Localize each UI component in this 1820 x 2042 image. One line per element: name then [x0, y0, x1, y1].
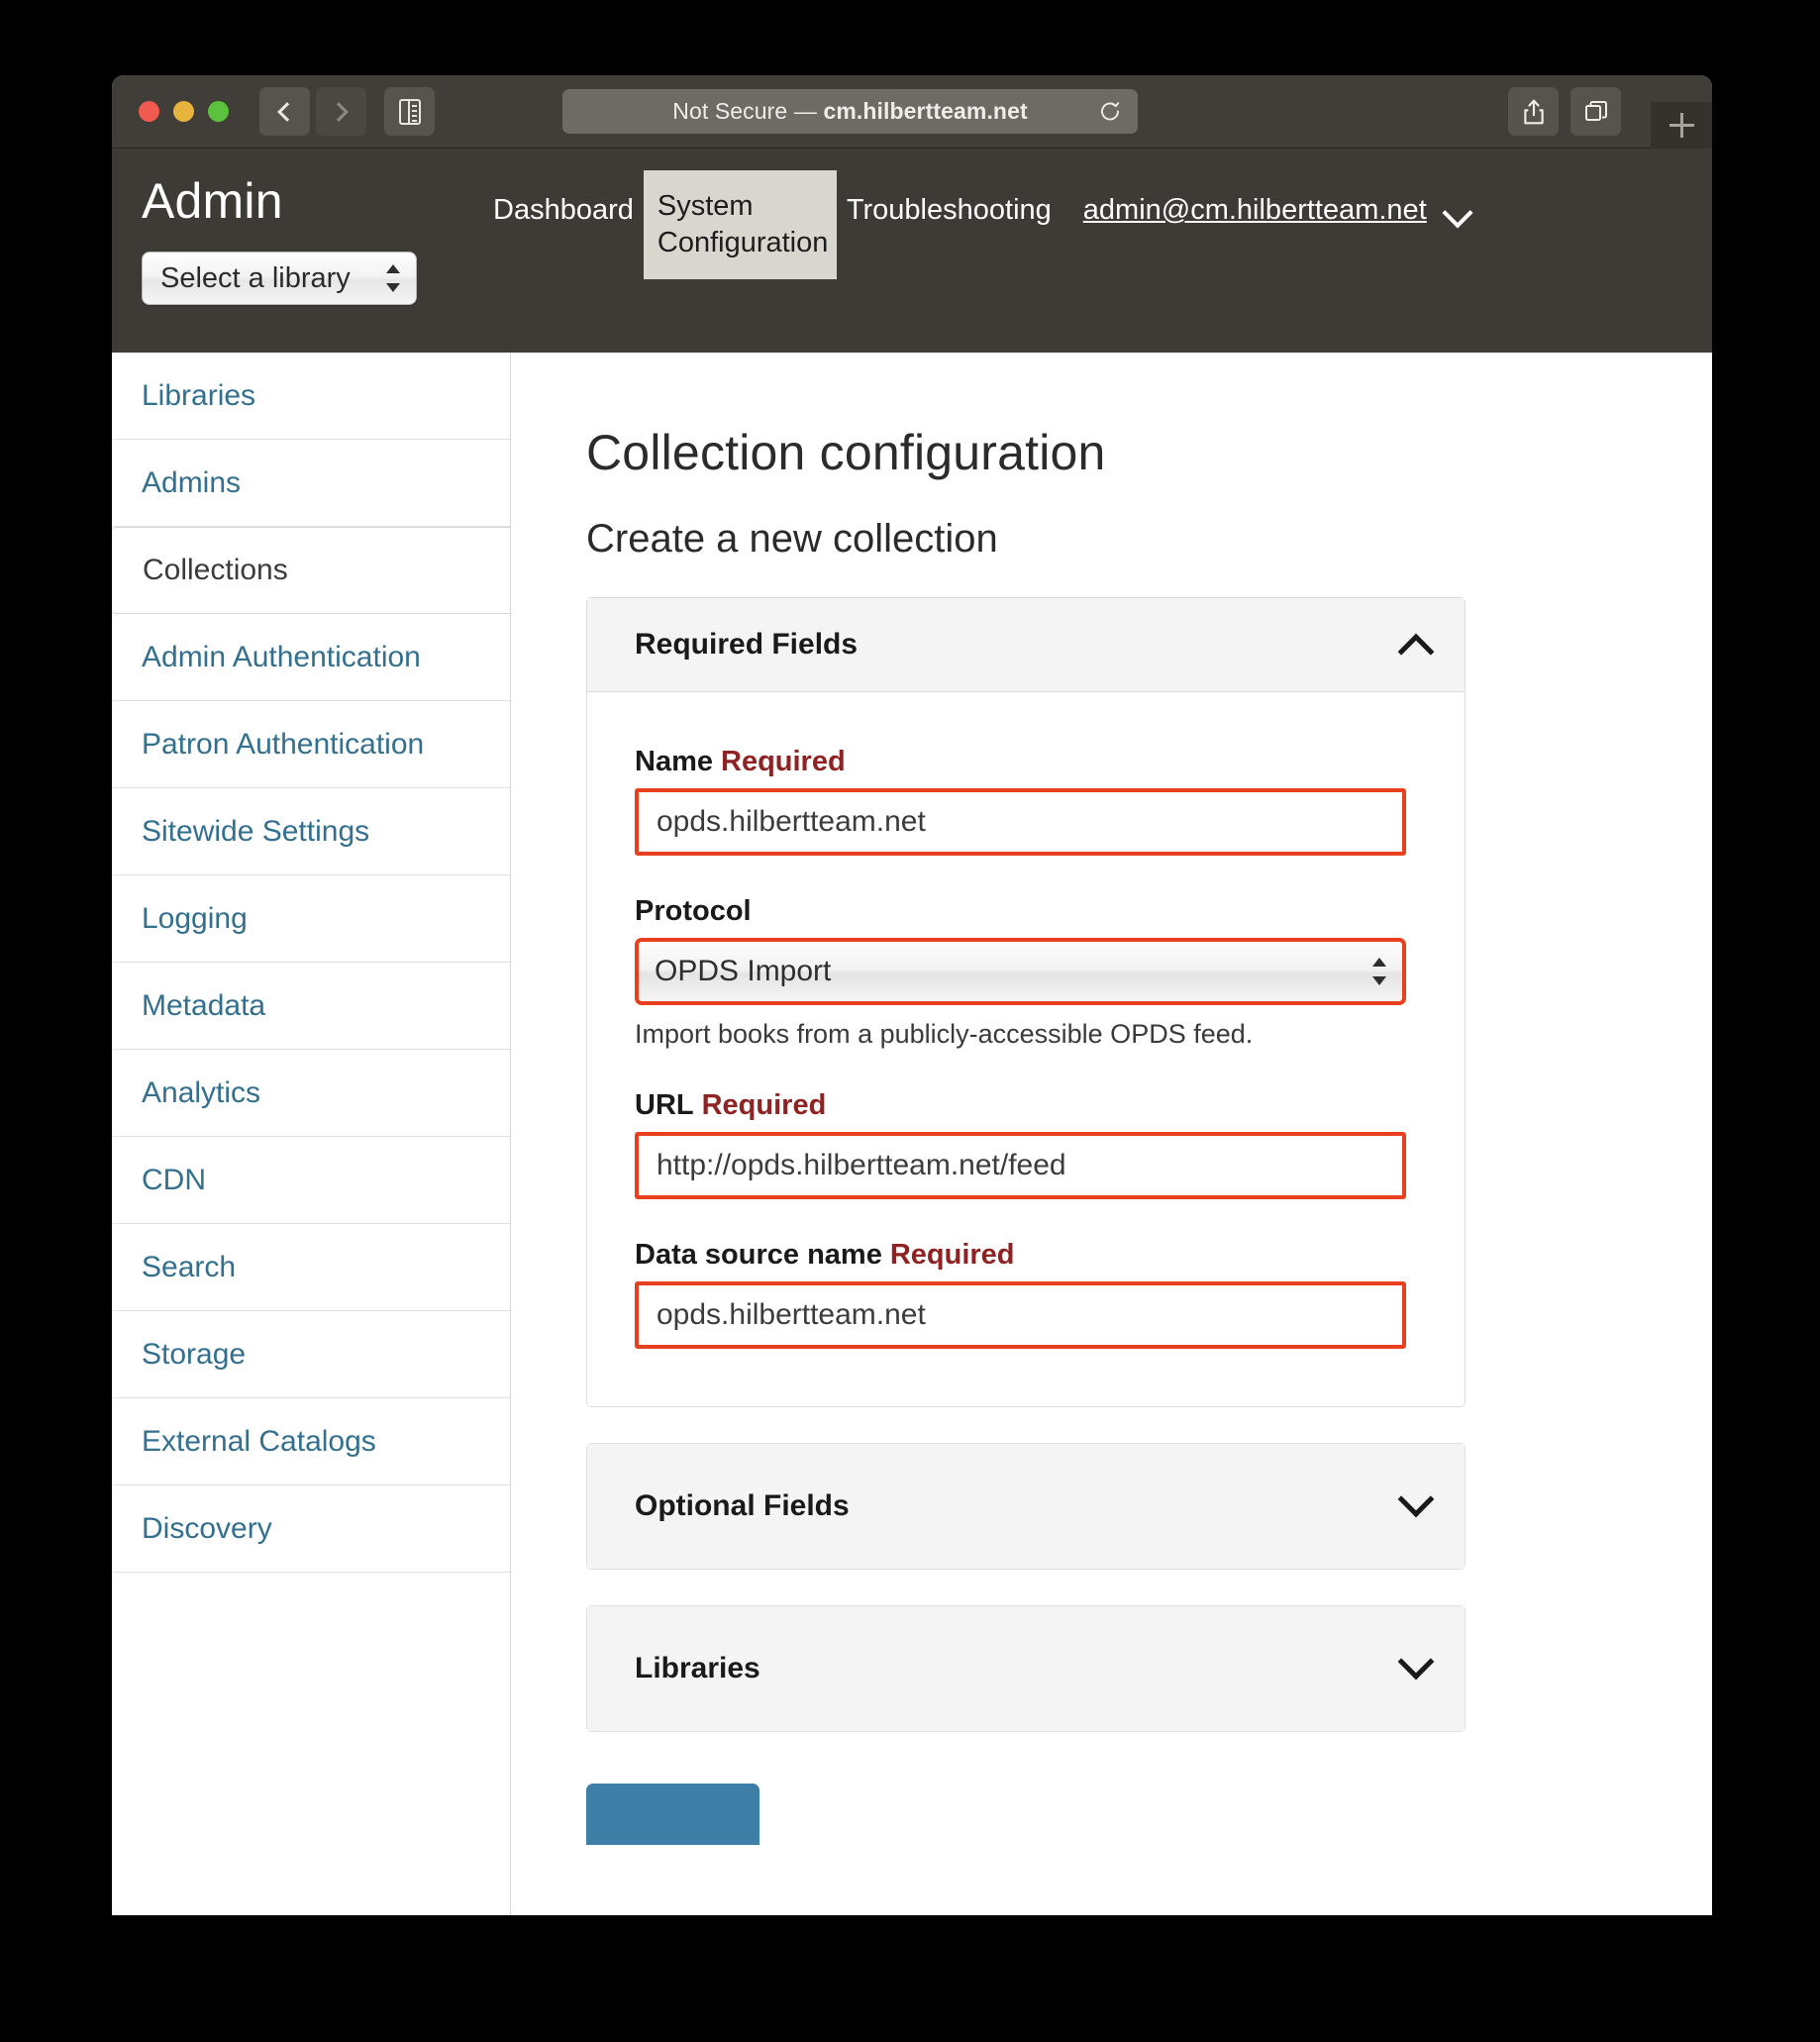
- window-controls: [139, 101, 229, 122]
- panel-libraries: Libraries: [586, 1605, 1466, 1732]
- panel-required-fields: Required Fields Name Required opds.hilber…: [586, 597, 1466, 1407]
- sidebar-item-collections[interactable]: Collections: [112, 527, 510, 614]
- panel-required-fields-header[interactable]: Required Fields: [587, 598, 1465, 692]
- address-separator: —: [793, 98, 817, 124]
- sidebar-toggle-group: [384, 87, 435, 136]
- nav-link-troubleshooting[interactable]: Troubleshooting: [837, 188, 1062, 233]
- library-select[interactable]: Select a library: [142, 252, 417, 305]
- address-host: cm.hilbertteam.net: [823, 98, 1028, 124]
- field-url-label-text: URL: [635, 1089, 694, 1121]
- address-bar[interactable]: Not Secure — cm.hilbertteam.net: [562, 89, 1138, 134]
- address-bar-text: Not Secure — cm.hilbertteam.net: [672, 98, 1027, 125]
- data-source-name-input[interactable]: opds.hilbertteam.net: [635, 1281, 1406, 1349]
- panel-required-fields-body: Name Required opds.hilbertteam.net Protoc…: [587, 692, 1465, 1406]
- navigation-buttons: [259, 87, 366, 136]
- app-title: Admin: [142, 173, 283, 229]
- submit-button[interactable]: [586, 1784, 759, 1845]
- stepper-updown-icon: [386, 263, 400, 293]
- sidebar-toggle-button[interactable]: [384, 87, 435, 136]
- field-url-label: URL Required: [635, 1089, 1417, 1122]
- chevron-left-icon: [277, 101, 297, 122]
- field-name: Name Required opds.hilbertteam.net: [635, 746, 1417, 856]
- sidebar-item-external-catalogs[interactable]: External Catalogs: [112, 1398, 510, 1485]
- panel-optional-fields-header[interactable]: Optional Fields: [587, 1444, 1465, 1569]
- panel-required-fields-title: Required Fields: [635, 628, 859, 661]
- protocol-help-text: Import books from a publicly-accessible …: [635, 1019, 1254, 1049]
- security-status-label: Not Secure: [672, 98, 788, 124]
- field-data-source-name-label: Data source name Required: [635, 1239, 1417, 1272]
- panel-optional-fields-title: Optional Fields: [635, 1489, 850, 1522]
- field-data-source-name-label-text: Data source name: [635, 1239, 882, 1271]
- nav-link-dashboard[interactable]: Dashboard: [483, 188, 644, 233]
- maximize-window-button[interactable]: [208, 101, 229, 122]
- share-icon: [1523, 99, 1544, 124]
- sidebar-item-admins[interactable]: Admins: [112, 440, 510, 527]
- page-title: Collection configuration: [586, 425, 1106, 480]
- minimize-window-button[interactable]: [173, 101, 194, 122]
- account-menu-email[interactable]: admin@cm.hilbertteam.net: [1083, 188, 1427, 227]
- close-window-button[interactable]: [139, 101, 159, 122]
- new-tab-button[interactable]: [1651, 102, 1712, 149]
- field-protocol: Protocol OPDS Import Import books from a…: [635, 895, 1417, 1050]
- sidebar-item-sitewide-settings[interactable]: Sitewide Settings: [112, 788, 510, 875]
- nav-link-system-configuration[interactable]: System Configuration: [643, 170, 837, 280]
- app-navbar: Admin Select a library Dashboard System …: [112, 149, 1712, 353]
- sidebar-item-cdn[interactable]: CDN: [112, 1137, 510, 1224]
- app-body: Libraries Admins Collections Admin Authe…: [112, 353, 1712, 1915]
- sidebar-item-search[interactable]: Search: [112, 1224, 510, 1311]
- toolbar-right-actions: [1508, 87, 1621, 136]
- panel-optional-fields: Optional Fields: [586, 1443, 1466, 1570]
- sidebar-item-libraries[interactable]: Libraries: [112, 353, 510, 440]
- tab-overview-icon: [1584, 100, 1607, 121]
- name-input[interactable]: opds.hilbertteam.net: [635, 788, 1406, 856]
- field-data-source-name: Data source name Required opds.hilberttea…: [635, 1239, 1417, 1349]
- panel-libraries-title: Libraries: [635, 1652, 760, 1685]
- field-url: URL Required http://opds.hilbertteam.net/…: [635, 1089, 1417, 1199]
- sidebar-item-discovery[interactable]: Discovery: [112, 1485, 510, 1573]
- field-name-label-text: Name: [635, 746, 713, 777]
- sidebar-item-admin-authentication[interactable]: Admin Authentication: [112, 614, 510, 701]
- sidebar-item-storage[interactable]: Storage: [112, 1311, 510, 1398]
- field-protocol-label-text: Protocol: [635, 895, 752, 927]
- main-content: Collection configuration Create a new co…: [511, 353, 1712, 1915]
- app-nav-links: Dashboard System Configuration Troublesh…: [483, 170, 1702, 280]
- forward-button[interactable]: [316, 87, 366, 136]
- field-name-label: Name Required: [635, 746, 1417, 778]
- chevron-down-icon[interactable]: [1397, 1480, 1435, 1518]
- stepper-updown-icon: [1372, 957, 1386, 986]
- sidebar-item-analytics[interactable]: Analytics: [112, 1050, 510, 1137]
- field-data-source-name-required-tag: Required: [889, 1239, 1015, 1271]
- plus-icon: [1668, 113, 1694, 138]
- sidebar-toggle-icon: [398, 98, 421, 125]
- tab-overview-button[interactable]: [1570, 87, 1621, 136]
- settings-sidebar: Libraries Admins Collections Admin Authe…: [112, 353, 511, 1915]
- protocol-select-value: OPDS Import: [655, 955, 832, 987]
- back-button[interactable]: [259, 87, 310, 136]
- section-title: Create a new collection: [586, 517, 998, 561]
- chevron-up-icon[interactable]: [1397, 633, 1435, 670]
- panel-libraries-header[interactable]: Libraries: [587, 1606, 1465, 1731]
- share-button[interactable]: [1508, 87, 1559, 136]
- library-select-value: Select a library: [160, 261, 351, 294]
- url-input[interactable]: http://opds.hilbertteam.net/feed: [635, 1132, 1406, 1199]
- chevron-down-icon[interactable]: [1442, 197, 1473, 229]
- reload-icon[interactable]: [1098, 100, 1122, 124]
- field-name-required-tag: Required: [721, 746, 846, 777]
- chevron-down-icon[interactable]: [1397, 1643, 1435, 1681]
- sidebar-item-patron-authentication[interactable]: Patron Authentication: [112, 701, 510, 788]
- field-url-required-tag: Required: [701, 1089, 827, 1121]
- chevron-right-icon: [329, 101, 349, 122]
- browser-toolbar: Not Secure — cm.hilbertteam.net: [112, 75, 1712, 149]
- protocol-select[interactable]: OPDS Import: [635, 938, 1406, 1005]
- sidebar-item-metadata[interactable]: Metadata: [112, 963, 510, 1050]
- sidebar-item-logging[interactable]: Logging: [112, 875, 510, 963]
- field-protocol-label: Protocol: [635, 895, 1417, 928]
- browser-window: Not Secure — cm.hilbertteam.net Admin Se…: [112, 75, 1712, 1915]
